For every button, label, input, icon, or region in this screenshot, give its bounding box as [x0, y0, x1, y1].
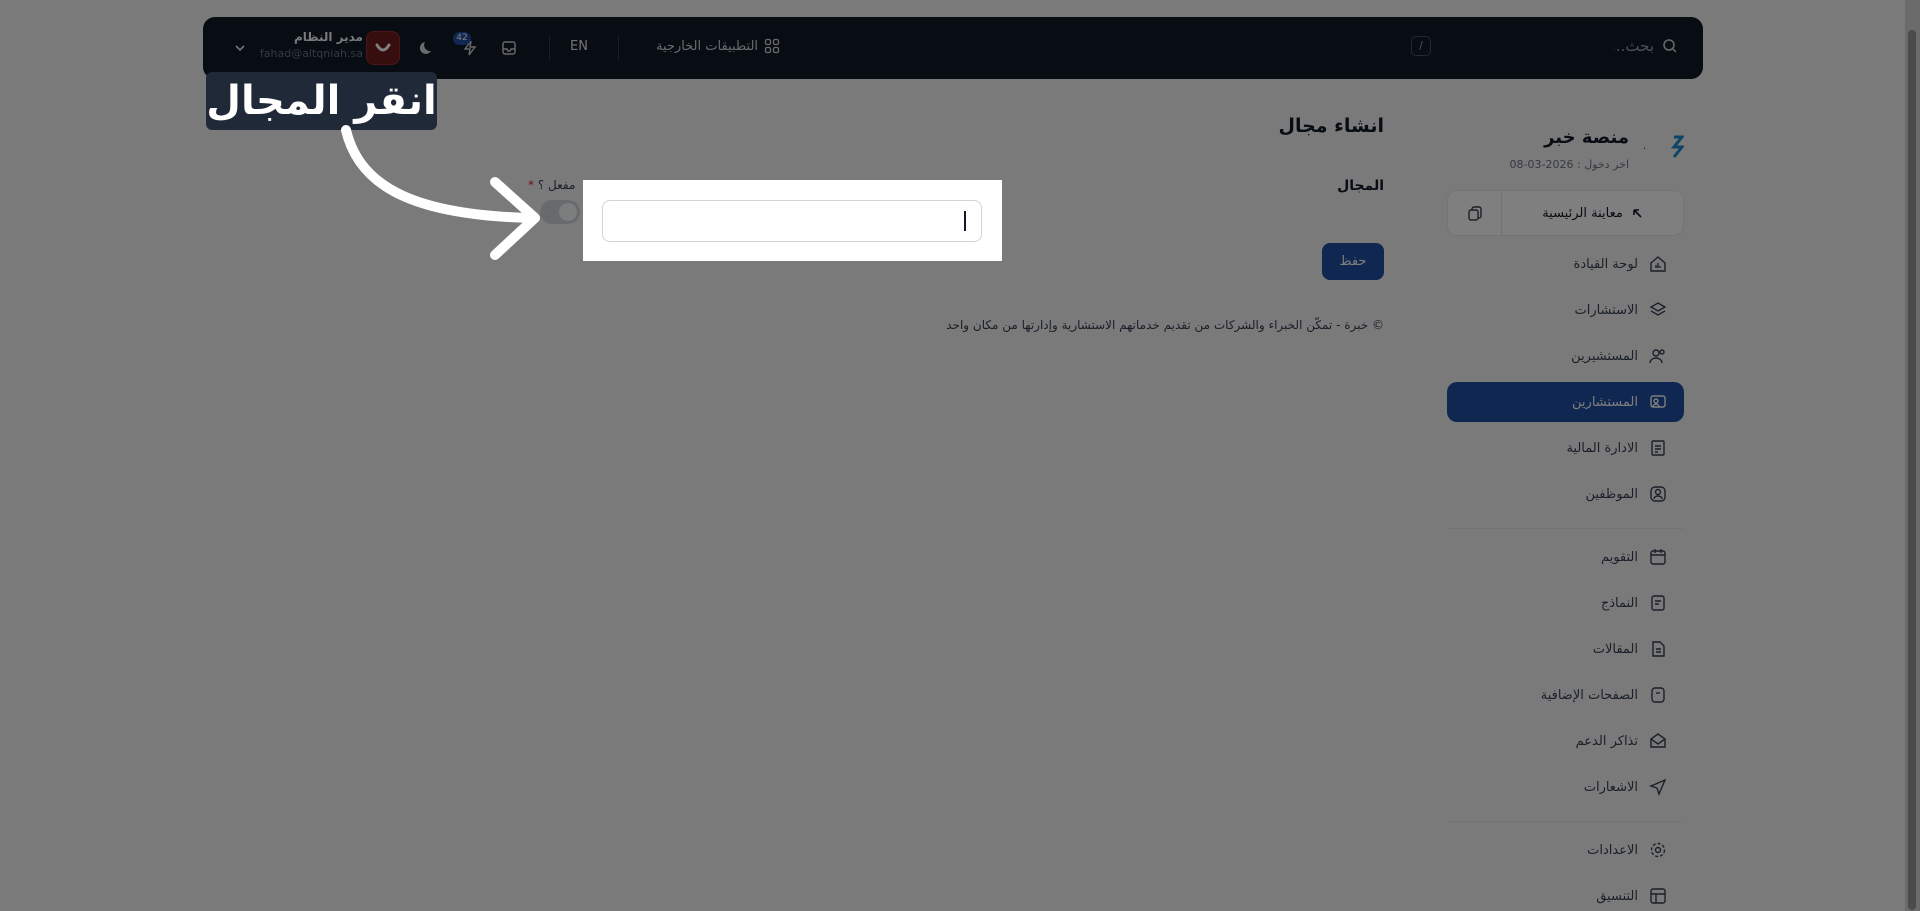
avatar[interactable] — [366, 31, 400, 65]
gear-icon — [1650, 842, 1666, 858]
sidebar-item-consultations[interactable]: الاستشارات — [1447, 290, 1684, 330]
brand-name: منصة خبر — [1544, 127, 1629, 148]
sidebar-item-label: النماذج — [1600, 595, 1638, 611]
inbox-icon[interactable] — [497, 36, 521, 60]
external-apps-link[interactable]: التطبيقات الخارجية — [656, 38, 780, 54]
employee-icon — [1650, 486, 1666, 502]
sidebar-item-label: الاستشارات — [1574, 302, 1638, 318]
sidebar-item-label: التنسيق — [1596, 888, 1638, 904]
pages-icon — [1651, 687, 1665, 703]
send-icon — [1649, 778, 1667, 796]
external-apps-label: التطبيقات الخارجية — [656, 38, 759, 54]
sidebar-item-extra-pages[interactable]: الصفحات الإضافية — [1447, 675, 1684, 715]
sidebar: خبرة منصة خبر اخر دخول : 2026-03-08 معاي… — [1447, 115, 1684, 911]
preview-home-label: معاينة الرئيسية — [1542, 205, 1623, 221]
ticket-icon — [1650, 733, 1666, 748]
sidebar-item-dashboard[interactable]: لوحة القيادة — [1447, 244, 1684, 284]
chevron-down-icon[interactable] — [233, 41, 247, 55]
sidebar-item-consultants[interactable]: المستشارين — [1447, 382, 1684, 422]
calendar-icon — [1650, 549, 1666, 565]
sidebar-item-calendar[interactable]: التقويم — [1447, 537, 1684, 577]
user-menu[interactable]: مدير النظام fahad@altqniah.sa — [258, 30, 363, 60]
layers-icon — [1649, 302, 1667, 316]
sidebar-item-clients[interactable]: المستشيرين — [1447, 336, 1684, 376]
callout-arrow-icon — [341, 125, 540, 260]
sidebar-item-forms[interactable]: النماذج — [1447, 583, 1684, 623]
toggle-knob — [559, 203, 577, 221]
sidebar-item-label: الاشعارات — [1583, 779, 1638, 795]
brand-logo-icon: خبرة — [1644, 135, 1684, 158]
arrow-up-left-icon — [1633, 209, 1642, 218]
search-input[interactable] — [1614, 37, 1654, 55]
sidebar-item-layout[interactable]: التنسيق — [1447, 876, 1684, 911]
search-icon — [1663, 39, 1677, 53]
field-label: المجال — [1337, 178, 1384, 194]
brand: خبرة منصة خبر اخر دخول : 2026-03-08 — [1447, 115, 1684, 175]
sidebar-item-notifications[interactable]: الاشعارات — [1447, 767, 1684, 807]
divider — [1447, 821, 1684, 822]
articles-icon — [1652, 641, 1665, 657]
sidebar-item-label: المقالات — [1592, 641, 1638, 657]
user-name: مدير النظام — [293, 30, 363, 44]
scroll-thumb[interactable] — [1908, 30, 1916, 910]
layout-icon — [1650, 888, 1666, 904]
text-caret — [964, 211, 966, 231]
top-bar: مدير النظام fahad@altqniah.sa 42 EN التط… — [203, 17, 1703, 79]
search-bar[interactable]: / — [1411, 36, 1678, 56]
preview-home-button[interactable]: معاينة الرئيسية — [1502, 206, 1683, 221]
page-title: انشاء مجال — [1278, 115, 1384, 137]
last-login: اخر دخول : 2026-03-08 — [1509, 158, 1629, 171]
copy-icon — [1467, 206, 1482, 221]
avatar-logo-icon — [375, 43, 391, 52]
field-input[interactable] — [602, 200, 982, 242]
receipt-icon — [1651, 440, 1665, 456]
sidebar-item-label: الادارة المالية — [1566, 440, 1638, 456]
moon-icon[interactable] — [415, 36, 439, 60]
sidebar-item-support-tickets[interactable]: تذاكر الدعم — [1447, 721, 1684, 761]
form-icon — [1651, 595, 1665, 611]
save-button[interactable]: حفظ — [1322, 243, 1384, 280]
scrollbar[interactable] — [1905, 0, 1920, 911]
search-shortcut: / — [1411, 36, 1431, 56]
sidebar-item-label: الموظفين — [1585, 486, 1638, 502]
sidebar-item-label: المستشارين — [1572, 394, 1638, 410]
divider — [549, 35, 550, 61]
sidebar-item-label: الاعدادات — [1587, 842, 1638, 858]
sidebar-item-finance[interactable]: الادارة المالية — [1447, 428, 1684, 468]
users-icon — [1649, 349, 1665, 364]
footer-text: © خبرة - تمكّن الخبراء والشركات من تقديم… — [946, 318, 1384, 332]
sidebar-item-articles[interactable]: المقالات — [1447, 629, 1684, 669]
sidebar-item-label: المستشيرين — [1571, 348, 1638, 364]
sidebar-item-label: لوحة القيادة — [1573, 256, 1638, 272]
sidebar-item-employees[interactable]: الموظفين — [1447, 474, 1684, 514]
copy-button[interactable] — [1448, 191, 1502, 235]
consultant-icon — [1650, 395, 1666, 408]
divider — [1447, 528, 1684, 529]
preview-home: معاينة الرئيسية — [1447, 190, 1684, 236]
apps-grid-icon — [764, 38, 780, 54]
language-toggle[interactable]: EN — [570, 39, 588, 54]
divider — [618, 35, 619, 61]
sidebar-item-label: الصفحات الإضافية — [1540, 687, 1638, 703]
sidebar-item-label: تذاكر الدعم — [1575, 733, 1638, 749]
home-chart-icon — [1650, 256, 1666, 272]
sidebar-item-label: التقويم — [1600, 549, 1638, 565]
notifications-badge: 42 — [453, 32, 471, 45]
svg-text:خبرة: خبرة — [1644, 143, 1646, 154]
user-email: fahad@altqniah.sa — [259, 47, 363, 60]
sidebar-item-settings[interactable]: الاعدادات — [1447, 830, 1684, 870]
